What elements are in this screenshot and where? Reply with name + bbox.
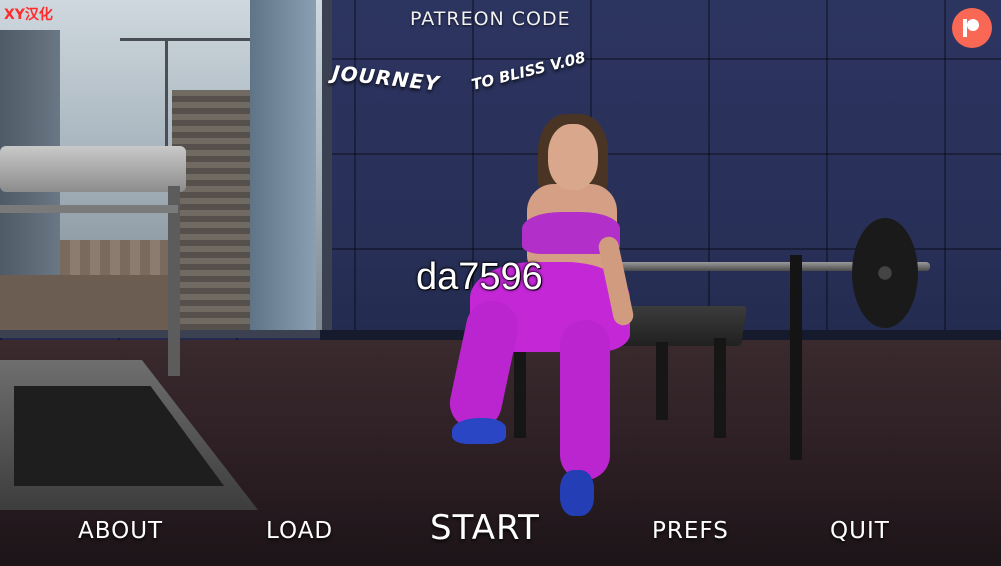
treadmill-console bbox=[0, 146, 186, 192]
load-button[interactable]: LOAD bbox=[266, 518, 333, 544]
quit-button[interactable]: QUIT bbox=[830, 518, 890, 544]
patreon-icon[interactable] bbox=[952, 8, 992, 48]
about-button[interactable]: ABOUT bbox=[78, 518, 163, 544]
weight-plate bbox=[852, 218, 918, 328]
start-button[interactable]: START bbox=[430, 508, 540, 548]
watermark-text: XY汉化 bbox=[4, 7, 53, 23]
patreon-code-button[interactable]: PATREON CODE bbox=[410, 8, 571, 30]
main-menu-screen: XY汉化 PATREON CODE JOURNEY TO BLISS V.08 … bbox=[0, 0, 1001, 566]
prefs-button[interactable]: PREFS bbox=[652, 518, 729, 544]
user-id-overlay: da7596 bbox=[416, 256, 543, 298]
